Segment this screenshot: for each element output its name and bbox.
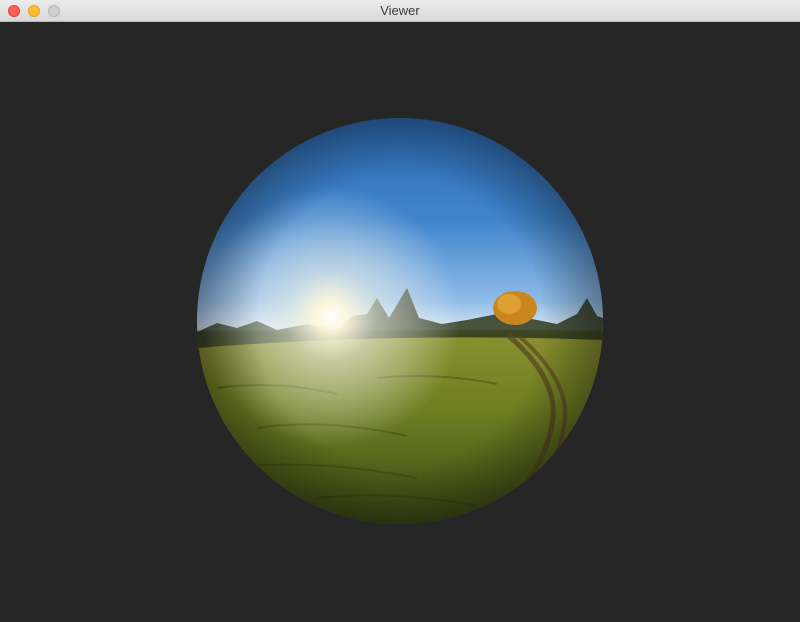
title-bar[interactable]: Viewer	[0, 0, 800, 22]
render-viewport[interactable]	[0, 22, 800, 622]
viewer-window: Viewer	[0, 0, 800, 622]
panorama-sphere[interactable]	[197, 118, 603, 524]
window-title: Viewer	[380, 3, 420, 18]
